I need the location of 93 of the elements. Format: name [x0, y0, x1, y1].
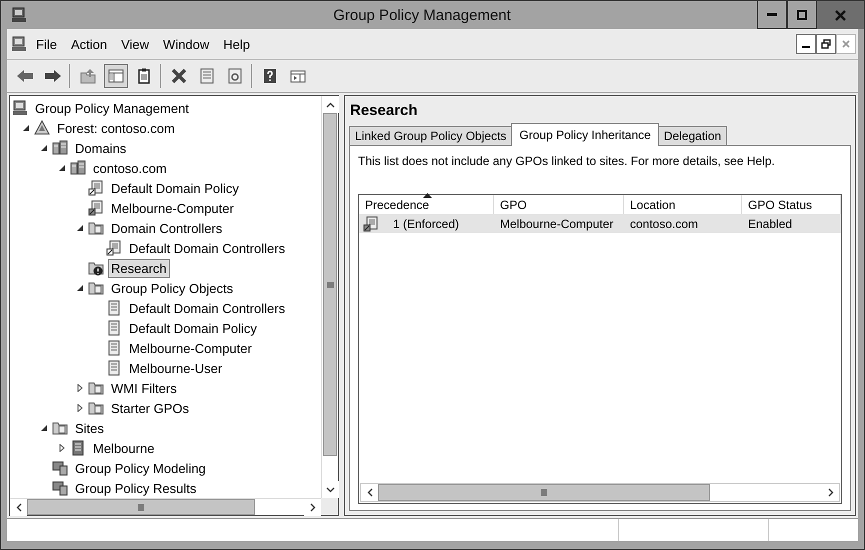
minimize-button[interactable]: [796, 34, 816, 54]
minimize-button[interactable]: [757, 1, 787, 29]
menu-item[interactable]: View: [114, 34, 156, 54]
folder-icon: [88, 400, 104, 416]
menu-item[interactable]: Window: [156, 34, 216, 54]
tree-item[interactable]: contoso.com: [90, 158, 170, 178]
building-icon: [70, 440, 86, 456]
close-icon: [842, 40, 850, 48]
close-button[interactable]: [817, 1, 864, 29]
vertical-scrollbar[interactable]: [321, 96, 338, 498]
document-link-icon: [106, 240, 122, 256]
grip-icon: [326, 282, 334, 288]
expanded-arrow-icon[interactable]: [76, 284, 84, 292]
minimize-icon: [767, 13, 777, 16]
tree-item[interactable]: Group Policy Objects: [108, 278, 236, 298]
console-icon: [11, 7, 27, 23]
horizontal-scrollbar[interactable]: [10, 498, 321, 515]
document-link-icon: [88, 200, 104, 216]
computer-icon: [52, 460, 68, 476]
expanded-arrow-icon[interactable]: [58, 164, 66, 172]
document-link-icon: [363, 216, 379, 232]
tree-item[interactable]: Domains: [72, 138, 130, 158]
tree-item[interactable]: Melbourne: [90, 438, 158, 458]
computer-icon: [52, 480, 68, 496]
tree-item[interactable]: Default Domain Controllers: [126, 238, 288, 258]
scroll-down-icon[interactable]: [326, 486, 335, 492]
folder-icon: [88, 280, 104, 296]
tree-item[interactable]: Default Domain Controllers: [126, 298, 288, 318]
document-link-icon: [88, 180, 104, 196]
tree-item[interactable]: Domain Controllers: [108, 218, 226, 238]
scroll-right-icon[interactable]: [828, 488, 834, 497]
triangle-icon: [34, 120, 50, 136]
folder-icon: [88, 380, 104, 396]
scroll-up-icon[interactable]: [326, 102, 335, 108]
tree-item[interactable]: Group Policy Modeling: [72, 458, 209, 478]
scroll-icon: [106, 360, 122, 376]
tree-item[interactable]: Research: [108, 258, 170, 278]
scroll-right-icon[interactable]: [310, 503, 316, 512]
table-cell-text: Melbourne-Computer: [499, 216, 614, 230]
table-cell-text: Enabled: [747, 216, 794, 230]
tab[interactable]: Group Policy Inheritance: [511, 123, 659, 146]
tree-item[interactable]: Starter GPOs: [108, 398, 192, 418]
window-title: Group Policy Management: [332, 6, 512, 24]
tree-item[interactable]: WMI Filters: [108, 378, 180, 398]
maximize-icon: [797, 10, 807, 20]
restore-button[interactable]: [816, 34, 836, 54]
grip-icon: [541, 489, 547, 496]
folder-icon: [52, 420, 68, 436]
table-cell: 1 (Enforced): [393, 216, 460, 230]
expanded-arrow-icon[interactable]: [40, 424, 48, 432]
server-icon: [52, 140, 68, 156]
scroll-icon: [106, 340, 122, 356]
tree-item[interactable]: Melbourne-Computer: [126, 338, 255, 358]
pane-title: Research: [349, 101, 419, 121]
pane-icon[interactable]: [104, 64, 128, 88]
tree-item[interactable]: Default Domain Policy: [126, 318, 260, 338]
folder-icon: [88, 220, 104, 236]
collapsed-arrow-icon[interactable]: [76, 384, 84, 392]
tab[interactable]: Linked Group Policy Objects: [349, 126, 512, 145]
tab[interactable]: Delegation: [658, 126, 728, 145]
tree-item[interactable]: Group Policy Management: [32, 98, 192, 118]
tree-item[interactable]: Melbourne-Computer: [108, 198, 237, 218]
menu-item[interactable]: Help: [216, 34, 258, 54]
menu-item[interactable]: Action: [64, 34, 114, 54]
console-icon: [12, 100, 28, 116]
expanded-arrow-icon[interactable]: [22, 124, 30, 132]
collapsed-arrow-icon[interactable]: [58, 444, 66, 452]
horizontal-scrollbar[interactable]: [360, 483, 840, 502]
scroll-icon: [106, 300, 122, 316]
sort-arrow-icon: [423, 193, 432, 198]
info-text: This list does not include any GPOs linked to sites. For more details, see Help.: [358, 154, 776, 168]
scroll-icon: [106, 320, 122, 336]
table-row[interactable]: 1 (Enforced) Melbourne-Computer contoso.com Enabled: [359, 214, 841, 233]
table-cell-text: contoso.com: [629, 216, 700, 230]
expanded-arrow-icon[interactable]: [76, 224, 84, 232]
tree-item[interactable]: Group Policy Results: [72, 478, 200, 498]
tree-item[interactable]: Forest: contoso.com: [54, 118, 178, 138]
tree-item[interactable]: Melbourne-User: [126, 358, 226, 378]
tree-item[interactable]: Default Domain Policy: [108, 178, 242, 198]
folder-alert-icon: [88, 260, 104, 276]
console-icon[interactable]: [11, 36, 27, 52]
scroll-left-icon[interactable]: [366, 488, 372, 497]
tree-item[interactable]: Sites: [72, 418, 107, 438]
maximize-button[interactable]: [787, 1, 817, 29]
scroll-left-icon[interactable]: [16, 503, 22, 512]
expanded-arrow-icon[interactable]: [40, 144, 48, 152]
menu-item[interactable]: File: [29, 34, 64, 54]
grip-icon: [138, 504, 144, 510]
server-icon: [70, 160, 86, 176]
restore-icon: [821, 39, 831, 49]
collapsed-arrow-icon[interactable]: [76, 404, 84, 412]
scrollbar-corner: [321, 498, 338, 515]
close-icon: [835, 10, 846, 20]
